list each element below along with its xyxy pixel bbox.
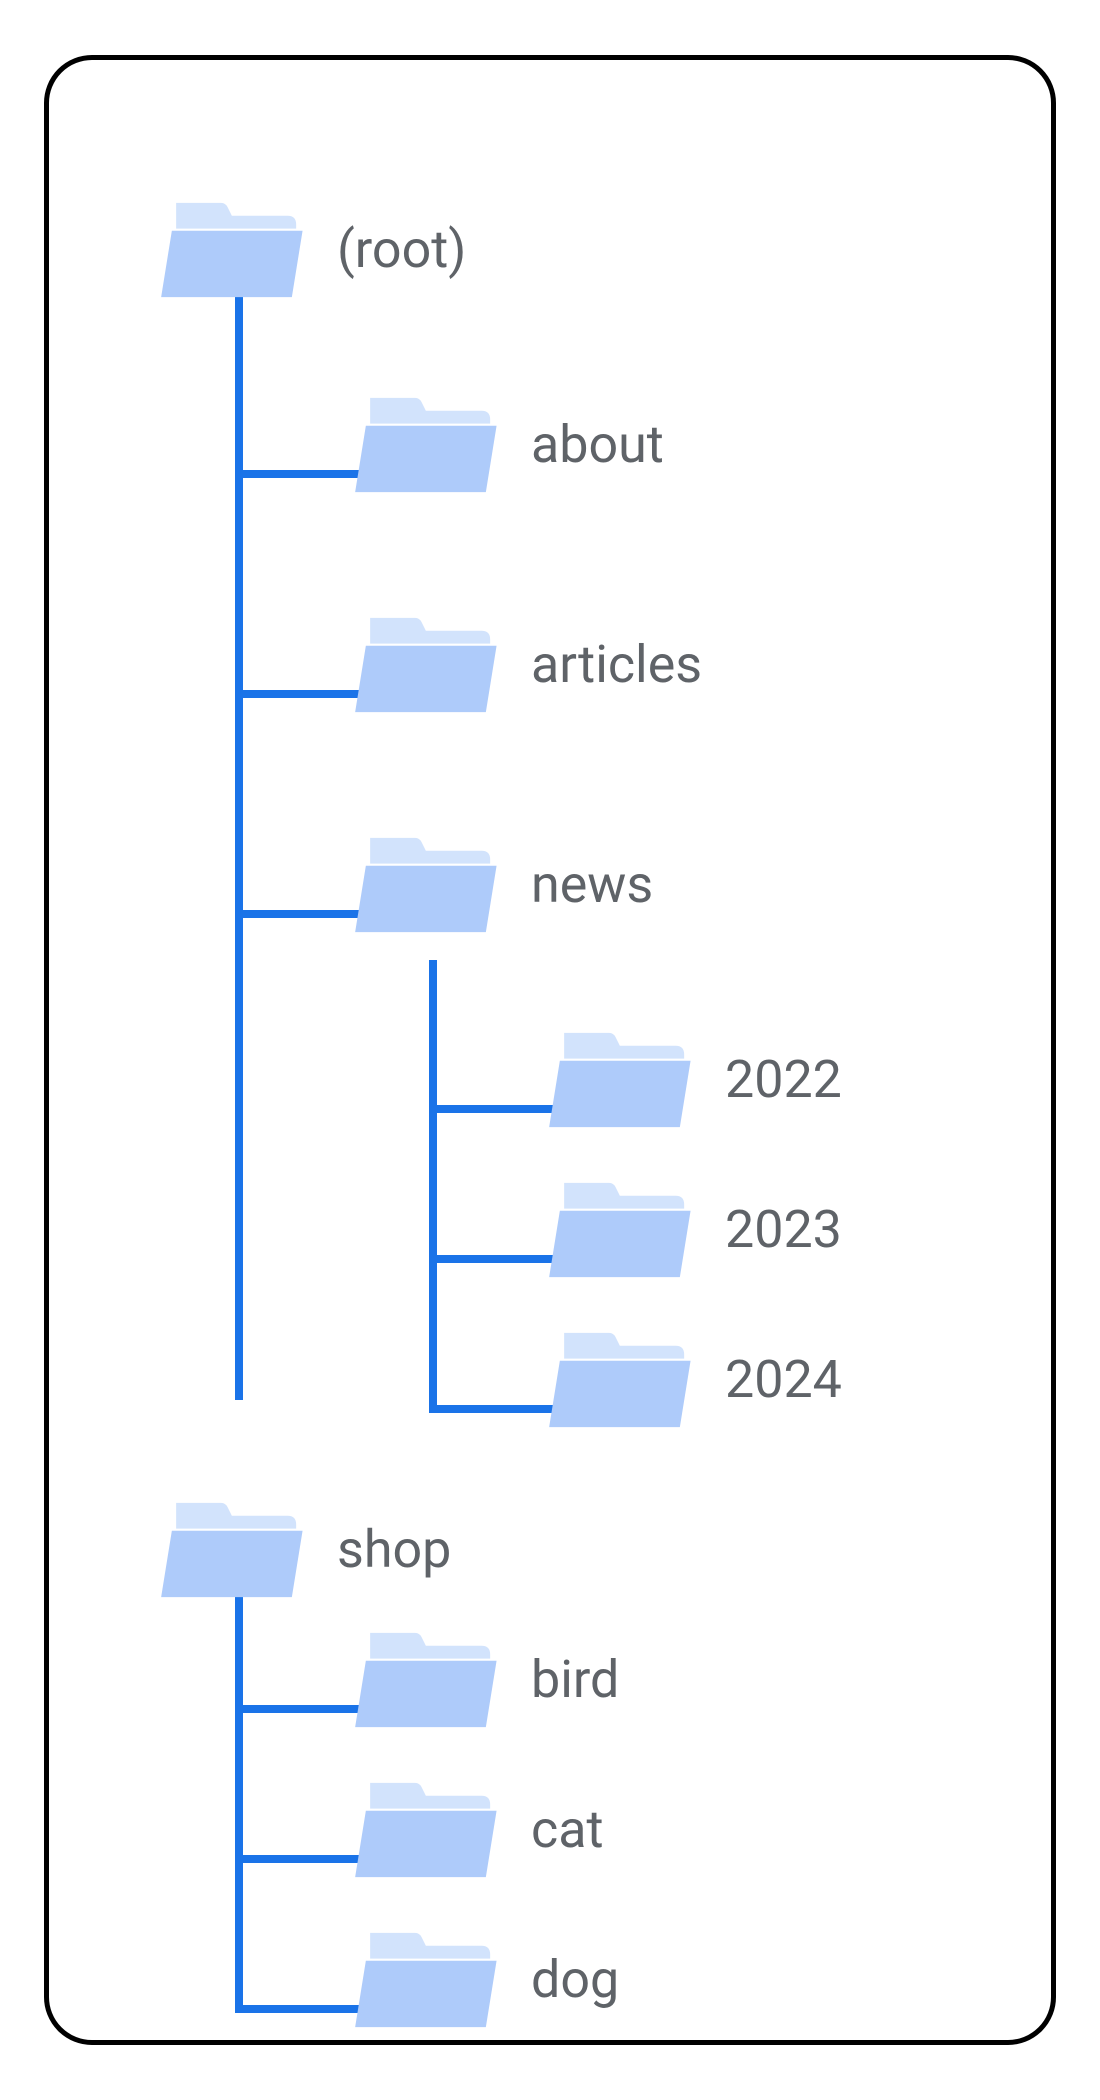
connector-line xyxy=(235,470,359,478)
node-label-bird: bird xyxy=(531,1654,619,1706)
node-root: (root) xyxy=(159,195,466,305)
folder-icon xyxy=(353,610,503,720)
connector-line xyxy=(235,290,243,1400)
connector-line xyxy=(235,910,359,918)
node-2023: 2023 xyxy=(547,1175,842,1285)
node-label-shop: shop xyxy=(337,1524,451,1576)
node-news: news xyxy=(353,830,653,940)
connector-line xyxy=(429,1405,553,1413)
node-label-about: about xyxy=(531,419,664,471)
node-dog: dog xyxy=(353,1925,619,2035)
node-label-2022: 2022 xyxy=(725,1054,842,1106)
node-cat: cat xyxy=(353,1775,604,1885)
connector-line xyxy=(235,690,359,698)
folder-icon xyxy=(547,1025,697,1135)
folder-icon xyxy=(547,1325,697,1435)
diagram-frame: (root) about articles news 2022 2023 xyxy=(44,55,1056,2045)
diagram-canvas: (root) about articles news 2022 2023 xyxy=(49,60,1051,2040)
folder-icon xyxy=(353,1925,503,2035)
node-about: about xyxy=(353,390,664,500)
node-label-root: (root) xyxy=(337,224,466,276)
connector-line xyxy=(235,2005,359,2013)
node-label-articles: articles xyxy=(531,639,702,691)
folder-icon xyxy=(353,830,503,940)
node-articles: articles xyxy=(353,610,702,720)
folder-icon xyxy=(159,195,309,305)
connector-line xyxy=(235,1590,243,2005)
connector-line xyxy=(429,960,437,1405)
connector-line xyxy=(429,1105,553,1113)
node-label-cat: cat xyxy=(531,1804,604,1856)
folder-icon xyxy=(353,390,503,500)
node-label-dog: dog xyxy=(531,1954,619,2006)
connector-line xyxy=(429,1255,553,1263)
node-2024: 2024 xyxy=(547,1325,842,1435)
node-2022: 2022 xyxy=(547,1025,842,1135)
folder-icon xyxy=(159,1495,309,1605)
folder-icon xyxy=(353,1625,503,1735)
node-bird: bird xyxy=(353,1625,619,1735)
node-label-2023: 2023 xyxy=(725,1204,842,1256)
node-label-news: news xyxy=(531,859,653,911)
node-shop: shop xyxy=(159,1495,451,1605)
folder-icon xyxy=(353,1775,503,1885)
node-label-2024: 2024 xyxy=(725,1354,842,1406)
folder-icon xyxy=(547,1175,697,1285)
connector-line xyxy=(235,1855,359,1863)
connector-line xyxy=(235,1705,359,1713)
